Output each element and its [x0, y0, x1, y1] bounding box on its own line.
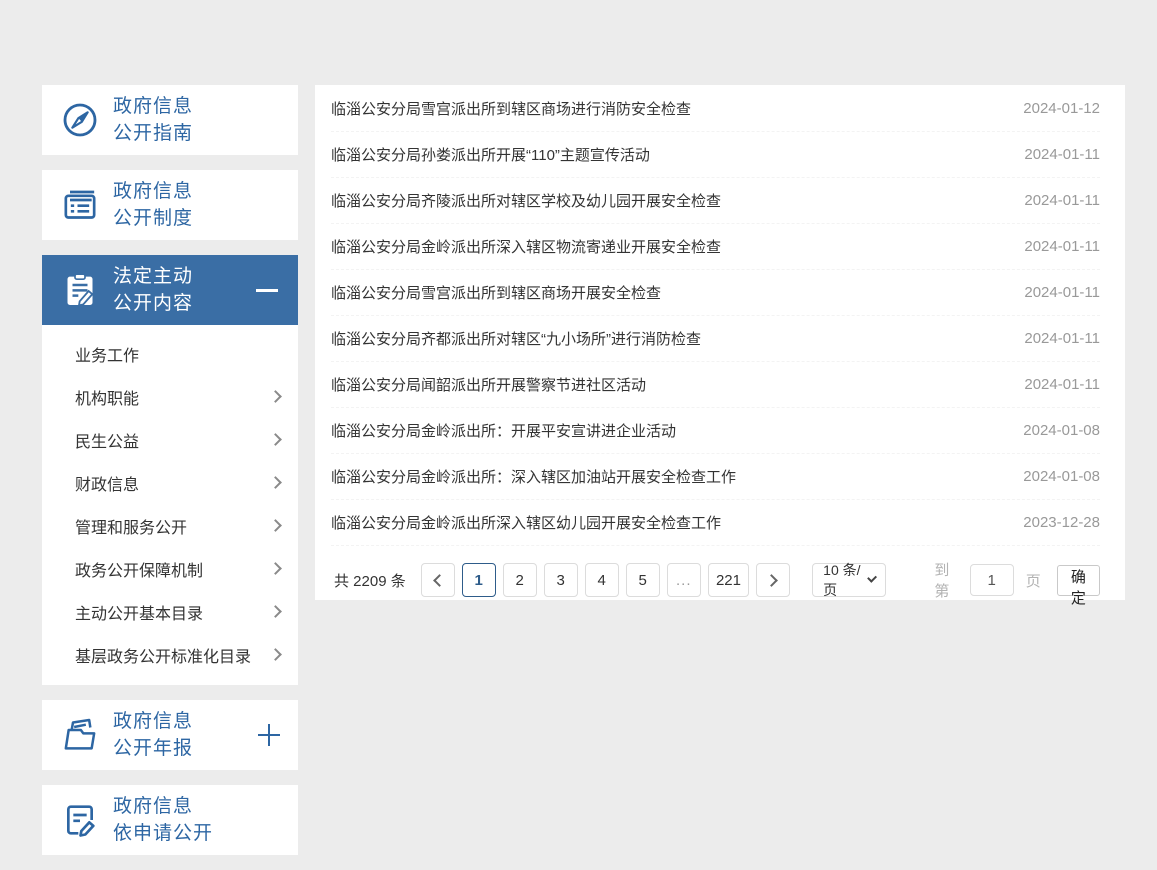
list-item: 临淄公安分局雪宫派出所到辖区商场开展安全检查 2024-01-11 — [331, 270, 1100, 316]
chevron-right-icon — [269, 476, 282, 489]
collapse-icon — [256, 289, 278, 292]
submenu-item-livelihood[interactable]: 民生公益 — [42, 418, 298, 461]
news-link[interactable]: 临淄公安分局雪宫派出所到辖区商场开展安全检查 — [331, 282, 661, 303]
folder-icon — [57, 715, 103, 755]
submenu-label: 主动公开基本目录 — [75, 600, 203, 624]
news-link[interactable]: 临淄公安分局雪宫派出所到辖区商场进行消防安全检查 — [331, 98, 691, 119]
submenu-item-finance[interactable]: 财政信息 — [42, 461, 298, 504]
submenu-item-guarantee[interactable]: 政务公开保障机制 — [42, 547, 298, 590]
page-ellipsis[interactable]: ... — [667, 563, 701, 597]
submenu-label: 财政信息 — [75, 471, 139, 495]
news-date: 2024-01-11 — [1024, 146, 1100, 163]
chevron-right-icon — [269, 390, 282, 403]
page-size-select[interactable]: 10 条/页 — [812, 563, 886, 597]
submenu-item-business[interactable]: 业务工作 — [42, 332, 298, 375]
chevron-right-icon — [269, 605, 282, 618]
list-item: 临淄公安分局雪宫派出所到辖区商场进行消防安全检查 2024-01-12 — [331, 86, 1100, 132]
news-date: 2024-01-11 — [1024, 376, 1100, 393]
sidebar: 政府信息公开指南 政府信息公开制度 法定主动公开内 — [42, 85, 298, 870]
page-button-5[interactable]: 5 — [626, 563, 660, 597]
next-page-button[interactable] — [756, 563, 790, 597]
doc-edit-icon — [57, 800, 103, 840]
submenu-label: 管理和服务公开 — [75, 514, 187, 538]
list-item: 临淄公安分局齐都派出所对辖区“九小场所”进行消防检查 2024-01-11 — [331, 316, 1100, 362]
news-link[interactable]: 临淄公安分局金岭派出所：深入辖区加油站开展安全检查工作 — [331, 466, 736, 487]
pagination: 共 2209 条 1 2 3 4 5 ... 221 10 条/页 到第 页 确… — [331, 559, 1100, 601]
news-date: 2024-01-08 — [1023, 468, 1100, 485]
submenu-label: 基层政务公开标准化目录 — [75, 643, 251, 667]
list-item: 临淄公安分局孙娄派出所开展“110”主题宣传活动 2024-01-11 — [331, 132, 1100, 178]
news-date: 2023-12-28 — [1023, 514, 1100, 531]
submenu-item-grassroots[interactable]: 基层政务公开标准化目录 — [42, 633, 298, 676]
chevron-right-icon — [765, 574, 778, 587]
page-button-2[interactable]: 2 — [503, 563, 537, 597]
news-link[interactable]: 临淄公安分局金岭派出所深入辖区物流寄递业开展安全检查 — [331, 236, 721, 257]
submenu-label: 机构职能 — [75, 385, 139, 409]
news-date: 2024-01-11 — [1024, 192, 1100, 209]
submenu-item-catalog[interactable]: 主动公开基本目录 — [42, 590, 298, 633]
list-item: 临淄公安分局金岭派出所：深入辖区加油站开展安全检查工作 2024-01-08 — [331, 454, 1100, 500]
news-date: 2024-01-11 — [1024, 238, 1100, 255]
goto-page-input[interactable] — [970, 564, 1014, 596]
compass-icon — [57, 100, 103, 140]
expand-icon — [258, 724, 280, 746]
news-link[interactable]: 临淄公安分局齐陵派出所对辖区学校及幼儿园开展安全检查 — [331, 190, 721, 211]
submenu-item-org[interactable]: 机构职能 — [42, 375, 298, 418]
news-list-panel: 临淄公安分局雪宫派出所到辖区商场进行消防安全检查 2024-01-12 临淄公安… — [315, 85, 1125, 600]
page-size-value: 10 条/页 — [823, 560, 861, 600]
chevron-left-icon — [433, 574, 446, 587]
sidebar-item-label: 政府信息公开指南 — [113, 93, 193, 147]
news-date: 2024-01-11 — [1024, 330, 1100, 347]
submenu-item-management[interactable]: 管理和服务公开 — [42, 504, 298, 547]
chevron-right-icon — [269, 433, 282, 446]
sidebar-item-label: 政府信息公开制度 — [113, 178, 193, 232]
list-item: 临淄公安分局金岭派出所深入辖区幼儿园开展安全检查工作 2023-12-28 — [331, 500, 1100, 546]
prev-page-button[interactable] — [421, 563, 455, 597]
page-button-4[interactable]: 4 — [585, 563, 619, 597]
chevron-right-icon — [269, 562, 282, 575]
page-button-221[interactable]: 221 — [708, 563, 749, 597]
page-button-1[interactable]: 1 — [462, 563, 496, 597]
goto-suffix-label: 页 — [1026, 570, 1041, 591]
list-item: 临淄公安分局闻韶派出所开展警察节进社区活动 2024-01-11 — [331, 362, 1100, 408]
sidebar-item-label: 政府信息依申请公开 — [113, 793, 213, 847]
total-count: 共 2209 条 — [334, 570, 406, 591]
news-link[interactable]: 临淄公安分局金岭派出所深入辖区幼儿园开展安全检查工作 — [331, 512, 721, 533]
ledger-icon — [57, 185, 103, 225]
sidebar-item-label: 政府信息公开年报 — [113, 708, 193, 762]
sidebar-item-label: 法定主动公开内容 — [113, 263, 193, 317]
chevron-right-icon — [269, 519, 282, 532]
submenu-label: 民生公益 — [75, 428, 139, 452]
clipboard-edit-icon — [57, 270, 103, 310]
news-date: 2024-01-12 — [1023, 100, 1100, 117]
page-button-3[interactable]: 3 — [544, 563, 578, 597]
sidebar-item-statutory[interactable]: 法定主动公开内容 — [42, 255, 298, 325]
list-item: 临淄公安分局金岭派出所：开展平安宣讲进企业活动 2024-01-08 — [331, 408, 1100, 454]
goto-prefix-label: 到第 — [934, 559, 957, 601]
submenu-label: 业务工作 — [75, 342, 139, 366]
sidebar-submenu: 业务工作 机构职能 民生公益 财政信息 管理和服务公开 政务公开保障机制 主动公… — [42, 325, 298, 685]
submenu-label: 政务公开保障机制 — [75, 557, 203, 581]
sidebar-item-request-disclosure[interactable]: 政府信息依申请公开 — [42, 785, 298, 855]
news-link[interactable]: 临淄公安分局闻韶派出所开展警察节进社区活动 — [331, 374, 646, 395]
news-link[interactable]: 临淄公安分局金岭派出所：开展平安宣讲进企业活动 — [331, 420, 676, 441]
sidebar-item-guide[interactable]: 政府信息公开指南 — [42, 85, 298, 155]
chevron-right-icon — [269, 648, 282, 661]
list-item: 临淄公安分局齐陵派出所对辖区学校及幼儿园开展安全检查 2024-01-11 — [331, 178, 1100, 224]
sidebar-item-annual-report[interactable]: 政府信息公开年报 — [42, 700, 298, 770]
news-date: 2024-01-08 — [1023, 422, 1100, 439]
confirm-button[interactable]: 确定 — [1057, 565, 1100, 596]
list-item: 临淄公安分局金岭派出所深入辖区物流寄递业开展安全检查 2024-01-11 — [331, 224, 1100, 270]
sidebar-item-system[interactable]: 政府信息公开制度 — [42, 170, 298, 240]
news-link[interactable]: 临淄公安分局孙娄派出所开展“110”主题宣传活动 — [331, 144, 650, 165]
chevron-down-icon — [867, 573, 877, 583]
news-date: 2024-01-11 — [1024, 284, 1100, 301]
news-link[interactable]: 临淄公安分局齐都派出所对辖区“九小场所”进行消防检查 — [331, 328, 701, 349]
